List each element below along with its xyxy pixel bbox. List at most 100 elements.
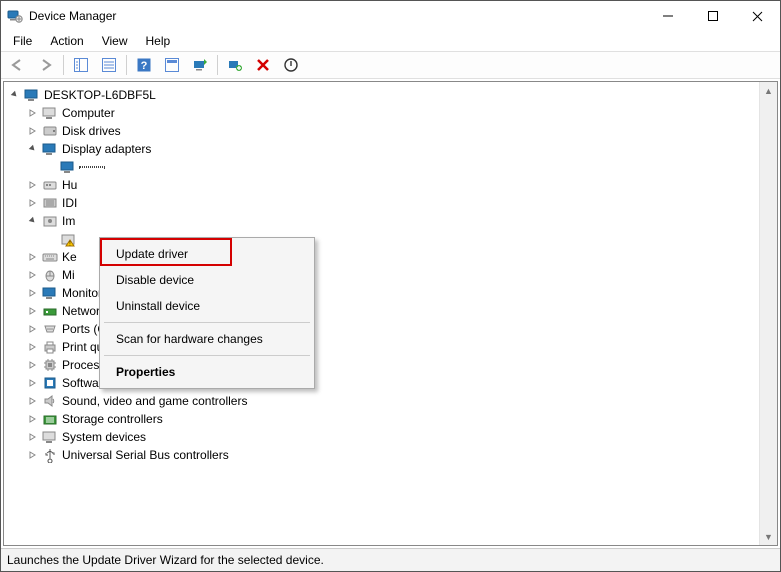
content-area: DESKTOP-L6DBF5L Computer Disk drives Dis… [3, 81, 778, 546]
tree-label: System devices [62, 428, 150, 446]
scan-hardware-toolbar-button[interactable] [222, 53, 248, 77]
tree-label: Sound, video and game controllers [62, 392, 251, 410]
desktop-icon [42, 105, 58, 121]
menubar: File Action View Help [1, 31, 780, 51]
tree-label: Display adapters [62, 140, 155, 158]
svg-text:?: ? [141, 60, 148, 72]
expand-icon[interactable] [26, 340, 40, 354]
expand-icon[interactable] [26, 142, 40, 156]
tree-label: Mi [62, 266, 79, 284]
context-uninstall-device[interactable]: Uninstall device [102, 293, 312, 319]
uninstall-toolbar-button[interactable] [250, 53, 276, 77]
tree-label: Ke [62, 248, 81, 266]
context-menu: Update driver Disable device Uninstall d… [99, 237, 315, 389]
expand-icon[interactable] [26, 178, 40, 192]
software-icon [42, 375, 58, 391]
tree-item-system-devices[interactable]: System devices [8, 428, 777, 446]
vertical-scrollbar[interactable]: ▲ ▼ [759, 82, 777, 545]
scroll-up-button[interactable]: ▲ [760, 82, 777, 99]
expand-icon[interactable] [26, 268, 40, 282]
tree-item-usb[interactable]: Universal Serial Bus controllers [8, 446, 777, 464]
keyboard-icon [42, 249, 58, 265]
usb-icon [42, 447, 58, 463]
statusbar: Launches the Update Driver Wizard for th… [1, 548, 780, 571]
display-icon [60, 159, 76, 175]
tree-item-disk-drives[interactable]: Disk drives [8, 122, 777, 140]
expand-icon[interactable] [26, 448, 40, 462]
cpu-icon [42, 357, 58, 373]
disk-icon [42, 123, 58, 139]
scroll-track[interactable] [760, 99, 777, 528]
expand-icon[interactable] [26, 394, 40, 408]
context-scan-hardware[interactable]: Scan for hardware changes [102, 326, 312, 352]
tree-label: DESKTOP-L6DBF5L [44, 86, 160, 104]
context-separator [104, 322, 310, 323]
menu-action[interactable]: Action [42, 33, 91, 49]
context-properties[interactable]: Properties [102, 359, 312, 385]
device-manager-window: Device Manager File Action View Help [0, 0, 781, 572]
expand-icon[interactable] [26, 412, 40, 426]
display-icon [42, 141, 58, 157]
menu-file[interactable]: File [5, 33, 40, 49]
menu-view[interactable]: View [94, 33, 136, 49]
action-toolbar-button[interactable] [159, 53, 185, 77]
expand-icon[interactable] [26, 322, 40, 336]
hid-icon [42, 177, 58, 193]
tree-item-mice[interactable]: Mi [8, 266, 101, 284]
ide-icon [42, 195, 58, 211]
expand-icon[interactable] [26, 214, 40, 228]
toolbar: ? [1, 51, 780, 79]
help-toolbar-button[interactable]: ? [131, 53, 157, 77]
speaker-icon [42, 393, 58, 409]
expand-icon[interactable] [8, 88, 22, 102]
tree-item-computer[interactable]: Computer [8, 104, 777, 122]
toolbar-separator [217, 55, 218, 75]
tree-label: IDI [62, 194, 81, 212]
tree-item-display-child[interactable] [8, 158, 777, 176]
tree-label: Im [62, 212, 79, 230]
expand-icon[interactable] [26, 286, 40, 300]
status-text: Launches the Update Driver Wizard for th… [7, 553, 324, 567]
expand-icon[interactable] [26, 376, 40, 390]
port-icon [42, 321, 58, 337]
imaging-icon [42, 213, 58, 229]
tree-item-ide[interactable]: IDI [8, 194, 101, 212]
tree-item-imaging[interactable]: Im [8, 212, 101, 230]
update-driver-toolbar-button[interactable] [187, 53, 213, 77]
storage-icon [42, 411, 58, 427]
expand-icon[interactable] [26, 250, 40, 264]
tree-label: Universal Serial Bus controllers [62, 446, 233, 464]
maximize-button[interactable] [690, 1, 735, 31]
titlebar: Device Manager [1, 1, 780, 31]
show-hide-tree-button[interactable] [68, 53, 94, 77]
tree-item-keyboards[interactable]: Ke [8, 248, 101, 266]
expand-icon[interactable] [26, 124, 40, 138]
expand-icon[interactable] [26, 304, 40, 318]
context-update-driver[interactable]: Update driver [102, 241, 312, 267]
tree-item-sound[interactable]: Sound, video and game controllers [8, 392, 777, 410]
back-button[interactable] [5, 53, 31, 77]
mouse-icon [42, 267, 58, 283]
forward-button[interactable] [33, 53, 59, 77]
tree-item-storage[interactable]: Storage controllers [8, 410, 777, 428]
scroll-down-button[interactable]: ▼ [760, 528, 777, 545]
tree-item-human-interface[interactable]: Hu [8, 176, 101, 194]
computer-icon [24, 87, 40, 103]
expand-icon[interactable] [26, 358, 40, 372]
expand-icon[interactable] [26, 430, 40, 444]
tree-label: Hu [62, 176, 81, 194]
tree-root[interactable]: DESKTOP-L6DBF5L [8, 86, 777, 104]
expand-icon[interactable] [26, 106, 40, 120]
monitor-icon [42, 285, 58, 301]
expand-icon[interactable] [26, 196, 40, 210]
network-icon [42, 303, 58, 319]
disable-toolbar-button[interactable] [278, 53, 304, 77]
menu-help[interactable]: Help [138, 33, 179, 49]
context-disable-device[interactable]: Disable device [102, 267, 312, 293]
minimize-button[interactable] [645, 1, 690, 31]
tree-item-display-adapters[interactable]: Display adapters [8, 140, 777, 158]
close-button[interactable] [735, 1, 780, 31]
device-manager-icon [7, 8, 23, 24]
context-separator [104, 355, 310, 356]
properties-toolbar-button[interactable] [96, 53, 122, 77]
